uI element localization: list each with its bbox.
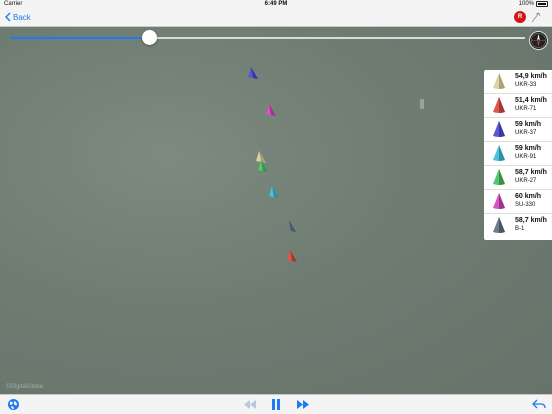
boat-icon[interactable] [268,186,280,200]
status-bar: Carrier 6:49 PM 100% [0,0,552,10]
boat-speed: 60 km/h [515,193,542,200]
boat-name: UKR-33 [515,82,537,88]
boat-icon[interactable] [285,220,297,234]
back-button[interactable]: Back [5,12,31,22]
boat-icon [493,169,505,185]
boat-icon [493,121,505,137]
rewind-icon[interactable] [243,398,257,411]
globe-icon[interactable] [7,398,20,411]
leaderboard-row[interactable]: 51,4 km/h UKR-71 [484,94,552,118]
navigation-bar: Back R [0,10,552,27]
leaderboard-row[interactable]: 59 km/h UKR-37 [484,118,552,142]
boat-name: SU-330 [515,202,536,208]
clock: 6:49 PM [264,1,288,7]
timeline-slider[interactable] [10,30,525,45]
boat-icon[interactable] [286,250,298,264]
fast-forward-icon[interactable] [296,398,310,411]
boat-name: UKR-71 [515,106,537,112]
record-button[interactable]: R [514,11,526,23]
leaderboard-row[interactable]: 54,9 km/h UKR-33 [484,70,552,94]
pause-icon[interactable] [270,398,282,411]
map-speckle [420,99,424,109]
boat-icon[interactable] [247,67,259,81]
battery-indicator: 100% [519,1,548,7]
leaderboard-row[interactable]: 60 km/h SU-330 [484,190,552,214]
share-icon[interactable] [532,398,546,411]
timeline-thumb[interactable] [141,30,157,45]
boat-icon [493,193,505,209]
boat-name: UKR-37 [515,130,537,136]
boat-name: UKR-27 [515,178,537,184]
record-label: R [517,14,523,20]
boat-speed: 58,7 km/h [515,217,547,224]
timeline-progress [10,37,150,39]
chevron-left-icon [5,12,11,22]
boat-speed: 58,7 km/h [515,169,547,176]
boat-icon [493,145,505,161]
leaderboard-panel: 54,9 km/h UKR-33 51,4 km/h UKR-71 59 km/… [484,70,552,240]
boat-icon [493,73,505,89]
wind-icon[interactable] [530,11,542,23]
leaderboard-row[interactable]: 59 km/h UKR-91 [484,142,552,166]
boat-speed: 59 km/h [515,121,542,128]
boat-speed: 59 km/h [515,145,542,152]
satellite-map[interactable]: ©DigitalGlobe [0,27,552,394]
back-label: Back [13,12,31,22]
boat-icon [493,217,505,233]
battery-icon [536,1,548,7]
boat-name: B-1 [515,226,525,232]
boat-icon[interactable] [257,160,269,174]
boat-icon[interactable] [265,104,277,118]
boat-speed: 51,4 km/h [515,97,547,104]
compass-icon[interactable] [529,31,548,50]
playback-toolbar [0,394,552,414]
battery-percent: 100% [518,1,534,7]
map-watermark: ©DigitalGlobe [6,384,44,390]
boat-speed: 54,9 km/h [515,73,547,80]
leaderboard-row[interactable]: 58,7 km/h B-1 [484,214,552,238]
boat-icon [493,97,505,113]
boat-name: UKR-91 [515,154,537,160]
leaderboard-row[interactable]: 58,7 km/h UKR-27 [484,166,552,190]
